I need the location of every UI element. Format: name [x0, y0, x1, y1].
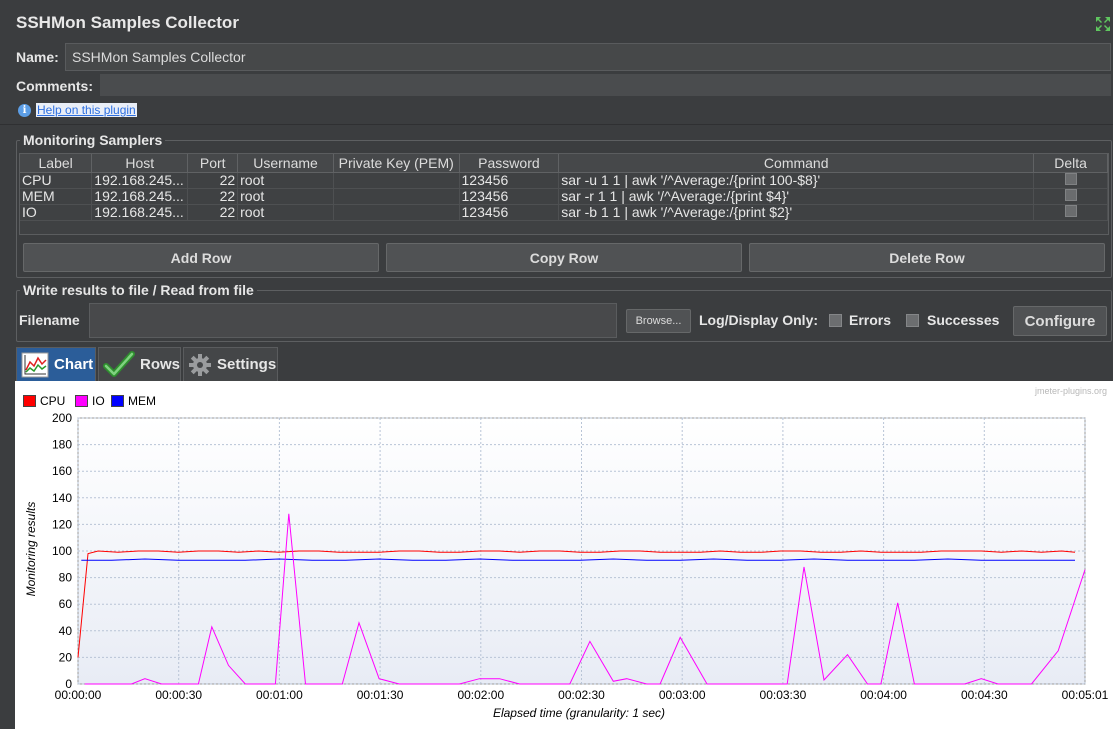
successes-checkbox[interactable] — [906, 314, 919, 327]
tab-rows-label: Rows — [139, 356, 180, 373]
x-tick-label: 00:00:30 — [155, 688, 202, 702]
x-tick-label: 00:03:00 — [659, 688, 706, 702]
add-row-button[interactable]: Add Row — [23, 243, 379, 272]
tab-settings-label: Settings — [217, 356, 277, 373]
cell-command[interactable]: sar -b 1 1 | awk '/^Average:/{print $2}' — [558, 204, 1035, 221]
samplers-table: Label Host Port Username Private Key (PE… — [19, 153, 1109, 235]
cell-password[interactable]: 123456 — [459, 204, 560, 221]
chart-panel: jmeter-plugins.org CPU IO MEM 0 20 40 60 80 1… — [15, 381, 1113, 729]
column-header-delta[interactable]: Delta — [1033, 154, 1108, 173]
cell-delta[interactable] — [1033, 172, 1108, 189]
tab-settings[interactable]: Settings — [183, 347, 278, 381]
x-tick-label: 00:04:30 — [961, 688, 1008, 702]
y-tick-label: 140 — [52, 491, 72, 505]
help-link[interactable]: Help on this plugin — [36, 103, 137, 117]
cell-host[interactable]: 192.168.245... — [91, 172, 189, 189]
y-tick-label: 120 — [52, 517, 72, 531]
cell-label[interactable]: MEM — [20, 188, 93, 205]
y-tick-label: 160 — [52, 464, 72, 478]
column-header-username[interactable]: Username — [237, 154, 334, 173]
cell-port[interactable]: 22 — [187, 204, 239, 221]
delta-checkbox[interactable] — [1064, 172, 1077, 185]
table-row[interactable]: CPU 192.168.245... 22 root 123456 sar -u… — [20, 172, 1108, 189]
delete-row-button[interactable]: Delete Row — [749, 243, 1105, 272]
checkmark-icon — [103, 350, 135, 377]
gear-icon — [189, 353, 211, 376]
log-display-label: Log/Display Only: — [699, 312, 819, 328]
line-chart: 02040608010012014016018020000:00:00 00:00… — [24, 411, 1109, 720]
y-tick-label: 40 — [59, 624, 73, 638]
cell-private-key[interactable] — [333, 172, 460, 189]
y-tick-label: 200 — [52, 411, 72, 425]
filename-field[interactable] — [89, 303, 617, 338]
successes-label: Successes — [927, 312, 1000, 328]
cell-port[interactable]: 22 — [187, 188, 239, 205]
chart-icon — [21, 352, 49, 377]
cell-host[interactable]: 192.168.245... — [91, 204, 189, 221]
column-header-label[interactable]: Label — [20, 154, 93, 173]
cell-username[interactable]: root — [237, 172, 334, 189]
cell-private-key[interactable] — [333, 188, 460, 205]
name-label: Name: — [16, 49, 59, 65]
x-tick-label: 00:00:00 — [55, 688, 102, 702]
y-tick-label: 60 — [59, 597, 73, 611]
cell-private-key[interactable] — [333, 204, 460, 221]
errors-label: Errors — [849, 312, 892, 328]
cell-host[interactable]: 192.168.245... — [91, 188, 189, 205]
monitoring-samplers-legend: Monitoring Samplers — [20, 132, 166, 148]
table-header: Label Host Port Username Private Key (PE… — [20, 154, 1108, 173]
window-title: SSHMon Samples Collector — [16, 13, 239, 32]
x-tick-label: 00:02:00 — [457, 688, 504, 702]
column-header-private-key[interactable]: Private Key (PEM) — [333, 154, 460, 173]
info-icon: i — [18, 103, 31, 117]
y-tick-label: 20 — [59, 650, 73, 664]
cell-delta[interactable] — [1033, 188, 1108, 205]
cell-label[interactable]: CPU — [20, 172, 93, 189]
expand-icon[interactable] — [1094, 15, 1112, 33]
x-tick-label: 00:04:00 — [860, 688, 907, 702]
x-tick-label: 00:01:00 — [256, 688, 303, 702]
comments-field[interactable] — [100, 74, 1111, 96]
tab-rows[interactable]: Rows — [98, 347, 181, 381]
x-tick-label: 00:03:30 — [760, 688, 807, 702]
cell-command[interactable]: sar -u 1 1 | awk '/^Average:/{print 100-… — [558, 172, 1035, 189]
delta-checkbox[interactable] — [1064, 204, 1077, 217]
x-axis-label: Elapsed time (granularity: 1 sec) — [493, 706, 665, 720]
column-header-port[interactable]: Port — [187, 154, 239, 173]
cell-delta[interactable] — [1033, 204, 1108, 221]
x-tick-label: 00:01:30 — [357, 688, 404, 702]
tab-chart-label: Chart — [54, 356, 94, 373]
separator — [0, 124, 1113, 125]
cell-password[interactable]: 123456 — [459, 188, 560, 205]
y-tick-label: 80 — [59, 571, 73, 585]
column-header-password[interactable]: Password — [459, 154, 560, 173]
cell-label[interactable]: IO — [20, 204, 93, 221]
x-tick-label: 00:05:01 — [1062, 688, 1109, 702]
filename-label: Filename — [19, 312, 80, 328]
tab-chart[interactable]: Chart — [16, 347, 96, 381]
copy-row-button[interactable]: Copy Row — [386, 243, 742, 272]
delta-checkbox[interactable] — [1064, 188, 1077, 201]
table-row[interactable]: MEM 192.168.245... 22 root 123456 sar -r… — [20, 188, 1108, 205]
help-row: i Help on this plugin — [18, 102, 137, 118]
configure-button[interactable]: Configure — [1013, 306, 1107, 336]
column-header-host[interactable]: Host — [91, 154, 189, 173]
cell-password[interactable]: 123456 — [459, 172, 560, 189]
y-tick-label: 100 — [52, 544, 72, 558]
x-tick-label: 00:02:30 — [558, 688, 605, 702]
browse-button[interactable]: Browse... — [626, 309, 691, 333]
table-row[interactable]: IO 192.168.245... 22 root 123456 sar -b … — [20, 204, 1108, 221]
cell-username[interactable]: root — [237, 188, 334, 205]
cell-username[interactable]: root — [237, 204, 334, 221]
column-header-command[interactable]: Command — [558, 154, 1035, 173]
cell-command[interactable]: sar -r 1 1 | awk '/^Average:/{print $4}' — [558, 188, 1035, 205]
name-field[interactable]: SSHMon Samples Collector — [65, 43, 1111, 71]
errors-checkbox[interactable] — [829, 314, 842, 327]
y-tick-label: 180 — [52, 438, 72, 452]
comments-label: Comments: — [16, 78, 94, 94]
y-axis-label: Monitoring results — [24, 502, 38, 597]
cell-port[interactable]: 22 — [187, 172, 239, 189]
file-panel-legend: Write results to file / Read from file — [20, 282, 257, 298]
